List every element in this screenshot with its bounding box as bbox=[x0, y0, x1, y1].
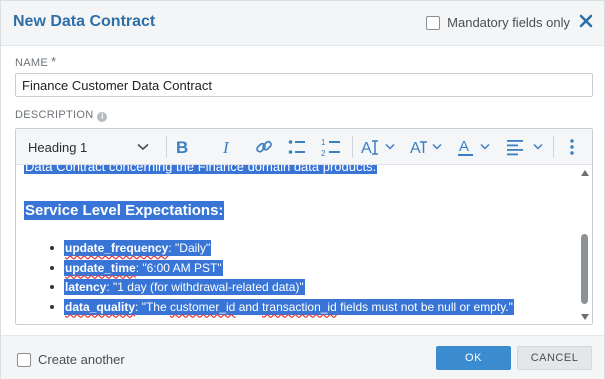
svg-text:I: I bbox=[222, 138, 230, 157]
intro-text: Data Contract concerning the Finance dom… bbox=[24, 165, 378, 174]
toolbar-separator bbox=[553, 136, 554, 158]
item-key: update_frequency bbox=[65, 241, 169, 255]
heading-select-value: Heading 1 bbox=[28, 139, 88, 155]
description-editor[interactable]: Heading 1 B I 12 A A A Data Contract con… bbox=[15, 128, 593, 325]
name-input[interactable] bbox=[15, 73, 593, 97]
editor-content[interactable]: Data Contract concerning the Finance dom… bbox=[16, 165, 577, 324]
new-data-contract-dialog: New Data Contract Mandatory fields only … bbox=[0, 0, 605, 379]
ok-button[interactable]: OK bbox=[436, 346, 511, 370]
info-icon[interactable]: i bbox=[97, 112, 108, 122]
svg-text:A: A bbox=[459, 138, 469, 155]
expectations-list: update_frequency: "Daily" update_time: "… bbox=[50, 239, 514, 318]
mandatory-fields-label: Mandatory fields only bbox=[447, 15, 570, 30]
editor-toolbar: Heading 1 B I 12 A A A bbox=[16, 129, 592, 165]
dialog-header: New Data Contract Mandatory fields only bbox=[1, 1, 604, 46]
item-value: and bbox=[235, 299, 263, 314]
scroll-up-icon[interactable] bbox=[581, 170, 589, 176]
text-style-icon[interactable]: A bbox=[410, 136, 442, 158]
chevron-down-icon bbox=[432, 143, 442, 150]
dialog-footer: Create another OK CANCEL bbox=[1, 335, 604, 379]
mandatory-fields-toggle[interactable]: Mandatory fields only bbox=[426, 15, 570, 30]
mandatory-fields-checkbox[interactable] bbox=[426, 15, 441, 30]
list-item: latency: "1 day (for withdrawal-related … bbox=[50, 278, 514, 298]
item-value-term: transaction_id bbox=[262, 299, 337, 314]
more-icon[interactable] bbox=[569, 136, 575, 158]
bold-icon[interactable]: B bbox=[175, 136, 191, 158]
item-key: latency bbox=[65, 280, 107, 294]
svg-text:B: B bbox=[176, 138, 188, 157]
description-label: DESCRIPTION i bbox=[15, 109, 108, 122]
item-value: : "1 day (for withdrawal-related data)" bbox=[106, 280, 304, 294]
create-another-toggle[interactable]: Create another bbox=[17, 352, 125, 367]
item-value: : "Daily" bbox=[168, 241, 211, 255]
list-item: update_time: "6:00 AM PST" bbox=[50, 259, 514, 279]
create-another-checkbox[interactable] bbox=[17, 352, 31, 367]
toolbar-separator bbox=[352, 136, 353, 158]
list-item: data_quality: "The customer_id and trans… bbox=[50, 298, 514, 318]
scroll-down-icon[interactable] bbox=[581, 314, 589, 320]
chevron-down-icon bbox=[533, 143, 543, 150]
close-icon[interactable] bbox=[579, 14, 593, 28]
chevron-down-icon bbox=[480, 143, 490, 150]
item-value: : "The bbox=[135, 299, 170, 314]
cancel-button[interactable]: CANCEL bbox=[517, 346, 592, 370]
svg-text:1: 1 bbox=[321, 138, 326, 147]
heading-select[interactable]: Heading 1 bbox=[28, 136, 149, 158]
item-value: fields must not be null or empty." bbox=[336, 299, 513, 314]
font-size-icon[interactable]: A bbox=[361, 136, 395, 158]
section-heading: Service Level Expectations: bbox=[24, 201, 225, 220]
item-key: data_quality bbox=[65, 299, 136, 314]
scrollbar-thumb[interactable] bbox=[581, 234, 588, 304]
svg-text:2: 2 bbox=[321, 149, 326, 158]
align-icon[interactable] bbox=[507, 136, 543, 158]
chevron-down-icon bbox=[137, 143, 149, 151]
required-mark: * bbox=[50, 54, 57, 69]
italic-icon[interactable]: I bbox=[221, 136, 233, 158]
create-another-label: Create another bbox=[38, 352, 125, 367]
name-label: NAME * bbox=[15, 54, 57, 69]
svg-text:A: A bbox=[410, 140, 421, 157]
link-icon[interactable] bbox=[255, 136, 273, 158]
numbered-list-icon[interactable]: 12 bbox=[321, 136, 341, 158]
svg-text:A: A bbox=[361, 140, 372, 157]
item-key: update_time bbox=[65, 260, 136, 275]
bulleted-list-icon[interactable] bbox=[288, 136, 306, 158]
item-value: : "6:00 AM PST" bbox=[135, 260, 222, 275]
item-value-term: customer_id bbox=[169, 299, 236, 314]
chevron-down-icon bbox=[385, 143, 395, 150]
font-color-icon[interactable]: A bbox=[458, 136, 490, 158]
list-item: update_frequency: "Daily" bbox=[50, 239, 514, 259]
toolbar-separator bbox=[166, 136, 167, 158]
dialog-title: New Data Contract bbox=[13, 13, 156, 30]
editor-scrollbar[interactable] bbox=[577, 165, 592, 324]
